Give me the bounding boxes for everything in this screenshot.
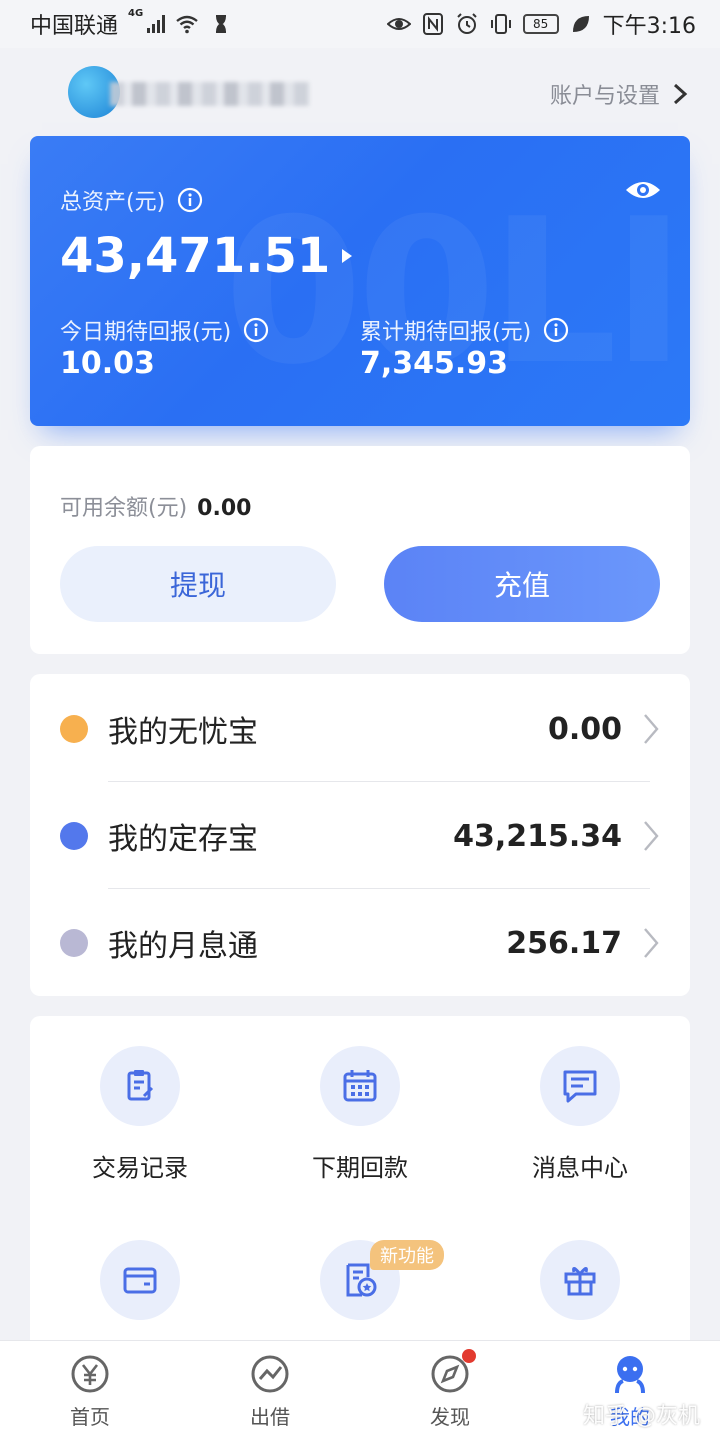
grid-label: 下期回款 [312, 1154, 408, 1182]
grid-item-next-repayment[interactable]: 下期回款 [250, 1046, 470, 1183]
battery-icon: 85 [522, 14, 559, 34]
wallet-icon [100, 1240, 180, 1320]
network-type: 4G [128, 8, 144, 19]
leaf-icon [569, 12, 593, 36]
play-arrow-icon [342, 249, 353, 263]
total-assets-value-row[interactable]: 43,471.51 [60, 228, 354, 284]
status-bar: 中国联通 4G 85 下午3:16 [0, 0, 720, 48]
carrier-text: 中国联通 [30, 14, 119, 39]
zhihu-watermark: 知乎 @灰机 [583, 1404, 700, 1429]
gift-icon [540, 1240, 620, 1320]
status-time: 下午3:16 [602, 14, 696, 39]
divider [108, 781, 650, 782]
new-feature-badge: 新功能 [370, 1240, 444, 1270]
clipboard-icon [100, 1046, 180, 1126]
tab-label: 首页 [70, 1405, 110, 1429]
product-value: 43,215.34 [453, 818, 622, 854]
grid-item-gift[interactable] [470, 1240, 690, 1320]
total-assets-label: 总资产(元) [60, 190, 166, 215]
alarm-icon [455, 12, 479, 36]
product-dot [60, 822, 88, 850]
vibrate-icon [489, 12, 513, 36]
eye-comfort-icon [386, 12, 411, 36]
divider [108, 888, 650, 889]
chevron-right-icon [644, 928, 659, 958]
product-name: 我的定存宝 [108, 822, 258, 857]
username-blurred [110, 82, 310, 106]
product-name: 我的无忧宝 [108, 715, 258, 750]
available-balance-value: 0.00 [197, 496, 252, 521]
grid-item-wallet[interactable] [30, 1240, 250, 1320]
info-icon[interactable] [177, 187, 203, 213]
info-icon[interactable] [243, 317, 269, 343]
hourglass-icon [209, 12, 233, 36]
today-return-value: 10.03 [60, 346, 155, 381]
info-icon[interactable] [543, 317, 569, 343]
product-row-yuexitong[interactable]: 我的月息通 256.17 [30, 890, 690, 996]
message-icon [540, 1046, 620, 1126]
tab-label: 发现 [430, 1405, 470, 1429]
yen-icon [71, 1355, 109, 1393]
total-assets-value: 43,471.51 [60, 228, 331, 284]
user-icon [615, 1356, 645, 1394]
grid-label: 消息中心 [532, 1154, 628, 1182]
chevron-right-icon [644, 821, 659, 851]
signal-icon [147, 15, 166, 33]
available-balance: 可用余额(元) 0.00 [60, 490, 251, 522]
today-return-label: 今日期待回报(元) [60, 320, 232, 345]
product-value: 0.00 [547, 711, 622, 747]
grid-item-messages[interactable]: 消息中心 [470, 1046, 690, 1183]
product-dot [60, 929, 88, 957]
cumulative-return-label-row: 累计期待回报(元) [360, 314, 569, 346]
asset-summary-card: 00LI 总资产(元) 43,471.51 今日期待回报(元) 10.03 累计… [30, 136, 690, 426]
product-row-dingcunbao[interactable]: 我的定存宝 43,215.34 [30, 783, 690, 889]
cumulative-return-value: 7,345.93 [360, 346, 509, 381]
product-name: 我的月息通 [108, 929, 258, 964]
grid-item-transactions[interactable]: 交易记录 [30, 1046, 250, 1183]
calendar-icon [320, 1046, 400, 1126]
cumulative-return-label: 累计期待回报(元) [360, 320, 532, 345]
tab-lend[interactable]: 出借 [180, 1341, 360, 1440]
trend-icon [251, 1355, 289, 1393]
eye-icon[interactable] [624, 178, 662, 202]
product-value: 256.17 [506, 925, 622, 961]
withdraw-button[interactable]: 提现 [60, 546, 336, 622]
recharge-button[interactable]: 充值 [384, 546, 660, 622]
notification-dot [462, 1349, 476, 1363]
tab-home[interactable]: 首页 [0, 1341, 180, 1440]
account-settings-label: 账户与设置 [549, 84, 660, 109]
tab-discover[interactable]: 发现 [360, 1341, 540, 1440]
product-dot [60, 715, 88, 743]
chevron-right-icon [644, 714, 659, 744]
nfc-icon [421, 12, 445, 36]
profile-header: 账户与设置 [0, 48, 720, 136]
account-settings-link[interactable]: 账户与设置 [550, 78, 690, 110]
grid-label: 交易记录 [92, 1154, 188, 1182]
balance-card: 可用余额(元) 0.00 提现 充值 [30, 446, 690, 654]
product-list: 我的无忧宝 0.00 我的定存宝 43,215.34 我的月息通 256.17 [30, 674, 690, 996]
chevron-right-icon [673, 83, 688, 105]
tab-label: 出借 [250, 1405, 290, 1429]
available-balance-label: 可用余额(元) [60, 496, 188, 521]
total-assets-label-row: 总资产(元) [60, 184, 203, 216]
product-row-wuyoubao[interactable]: 我的无忧宝 0.00 [30, 676, 690, 782]
today-return-label-row: 今日期待回报(元) [60, 314, 269, 346]
wifi-icon [175, 12, 199, 36]
